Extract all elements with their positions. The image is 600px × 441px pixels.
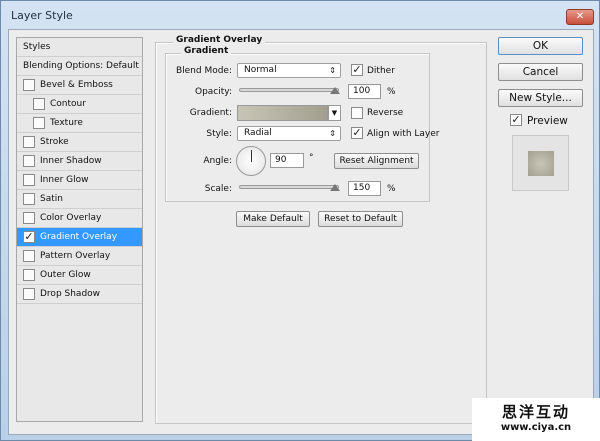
blend-mode-label: Blend Mode: xyxy=(175,66,232,76)
new-style-button[interactable]: New Style... xyxy=(498,89,583,107)
scale-slider[interactable] xyxy=(239,185,339,189)
style-checkbox[interactable] xyxy=(23,155,35,167)
sidebar-item-label: Blending Options: Default xyxy=(23,61,139,71)
style-label: Style: xyxy=(206,129,232,139)
sidebar-item-drop-shadow[interactable]: Drop Shadow xyxy=(17,285,142,304)
sidebar-item-label: Contour xyxy=(50,99,86,109)
style-checkbox[interactable] xyxy=(23,174,35,186)
watermark-text: 思洋互动 xyxy=(501,403,570,421)
angle-input[interactable]: 90 xyxy=(270,153,304,168)
sidebar-item-gradient-overlay[interactable]: ✓ Gradient Overlay xyxy=(17,228,142,247)
sidebar-item-stroke[interactable]: Stroke xyxy=(17,133,142,152)
opacity-unit: % xyxy=(387,87,396,97)
style-checkbox[interactable] xyxy=(23,79,35,91)
scale-slider-thumb[interactable] xyxy=(330,184,340,191)
watermark: 思洋互动 www.ciya.cn xyxy=(472,398,600,441)
dither-label: Dither xyxy=(367,66,395,76)
sidebar-item-outer-glow[interactable]: Outer Glow xyxy=(17,266,142,285)
blend-mode-select[interactable]: Normal ⇕ xyxy=(237,63,341,78)
sidebar-item-label: Drop Shadow xyxy=(40,289,101,299)
ok-button[interactable]: OK xyxy=(498,37,583,55)
style-checkbox[interactable] xyxy=(23,250,35,262)
sidebar-item-label: Styles xyxy=(23,42,51,52)
styles-list: Styles Blending Options: Default Bevel & E… xyxy=(16,37,143,422)
angle-dial[interactable] xyxy=(236,146,266,176)
blend-mode-value: Normal xyxy=(244,65,277,75)
sidebar-item-blending-options-default[interactable]: Blending Options: Default xyxy=(17,57,142,76)
gradient-label: Gradient: xyxy=(189,108,232,118)
style-checkbox[interactable] xyxy=(23,193,35,205)
sidebar-item-bevel-emboss[interactable]: Bevel & Emboss xyxy=(17,76,142,95)
gradient-picker[interactable] xyxy=(237,105,328,121)
sidebar-item-satin[interactable]: Satin xyxy=(17,190,142,209)
sidebar-item-label: Stroke xyxy=(40,137,69,147)
dither-checkbox[interactable]: ✓ xyxy=(351,64,363,76)
sidebar-item-label: Outer Glow xyxy=(40,270,91,280)
sidebar-item-pattern-overlay[interactable]: Pattern Overlay xyxy=(17,247,142,266)
updown-icon: ⇕ xyxy=(329,66,336,75)
degree-unit: ° xyxy=(309,153,314,163)
style-checkbox[interactable] xyxy=(23,288,35,300)
sidebar-item-label: Satin xyxy=(40,194,63,204)
sidebar-item-color-overlay[interactable]: Color Overlay xyxy=(17,209,142,228)
updown-icon: ⇕ xyxy=(329,129,336,138)
cancel-button[interactable]: Cancel xyxy=(498,63,583,81)
align-with-layer-checkbox[interactable]: ✓ xyxy=(351,127,363,139)
align-with-layer-label: Align with Layer xyxy=(367,129,440,139)
angle-label: Angle: xyxy=(203,156,232,166)
opacity-slider-thumb[interactable] xyxy=(330,87,340,94)
scale-unit: % xyxy=(387,184,396,194)
style-checkbox[interactable] xyxy=(33,98,45,110)
sidebar-item-label: Pattern Overlay xyxy=(40,251,111,261)
section-title: Gradient Overlay xyxy=(173,35,266,45)
preview-label: Preview xyxy=(527,115,568,127)
sidebar-item-inner-glow[interactable]: Inner Glow xyxy=(17,171,142,190)
sidebar-item-label: Inner Glow xyxy=(40,175,89,185)
sidebar-item-label: Bevel & Emboss xyxy=(40,80,113,90)
sidebar-item-styles[interactable]: Styles xyxy=(17,38,142,57)
preview-thumbnail xyxy=(512,135,569,191)
opacity-label: Opacity: xyxy=(195,87,232,97)
close-icon[interactable]: ✕ xyxy=(566,9,594,25)
preview-checkbox[interactable]: ✓ xyxy=(510,114,522,126)
sidebar-item-label: Color Overlay xyxy=(40,213,102,223)
reverse-checkbox[interactable] xyxy=(351,107,363,119)
style-checkbox[interactable] xyxy=(23,212,35,224)
window-title: Layer Style xyxy=(11,9,73,22)
style-checkbox[interactable] xyxy=(33,117,45,129)
opacity-input[interactable]: 100 xyxy=(348,84,381,99)
style-checkbox[interactable] xyxy=(23,136,35,148)
style-value: Radial xyxy=(244,128,272,138)
sidebar-item-label: Inner Shadow xyxy=(40,156,102,166)
sidebar-item-texture[interactable]: Texture xyxy=(17,114,142,133)
scale-input[interactable]: 150 xyxy=(348,181,381,196)
gradient-dropdown-icon[interactable]: ▼ xyxy=(328,105,341,121)
scale-label: Scale: xyxy=(204,184,232,194)
style-checkbox[interactable] xyxy=(23,269,35,281)
sidebar-item-label: Gradient Overlay xyxy=(40,232,118,242)
style-checkbox[interactable]: ✓ xyxy=(23,231,35,243)
reset-to-default-button[interactable]: Reset to Default xyxy=(318,211,403,227)
reset-alignment-button[interactable]: Reset Alignment xyxy=(334,153,419,169)
sidebar-item-contour[interactable]: Contour xyxy=(17,95,142,114)
watermark-url: www.ciya.cn xyxy=(500,422,572,433)
style-select[interactable]: Radial ⇕ xyxy=(237,126,341,141)
make-default-button[interactable]: Make Default xyxy=(236,211,310,227)
opacity-slider[interactable] xyxy=(239,88,339,92)
sidebar-item-inner-shadow[interactable]: Inner Shadow xyxy=(17,152,142,171)
group-title: Gradient xyxy=(181,46,232,56)
reverse-label: Reverse xyxy=(367,108,404,118)
sidebar-item-label: Texture xyxy=(50,118,83,128)
